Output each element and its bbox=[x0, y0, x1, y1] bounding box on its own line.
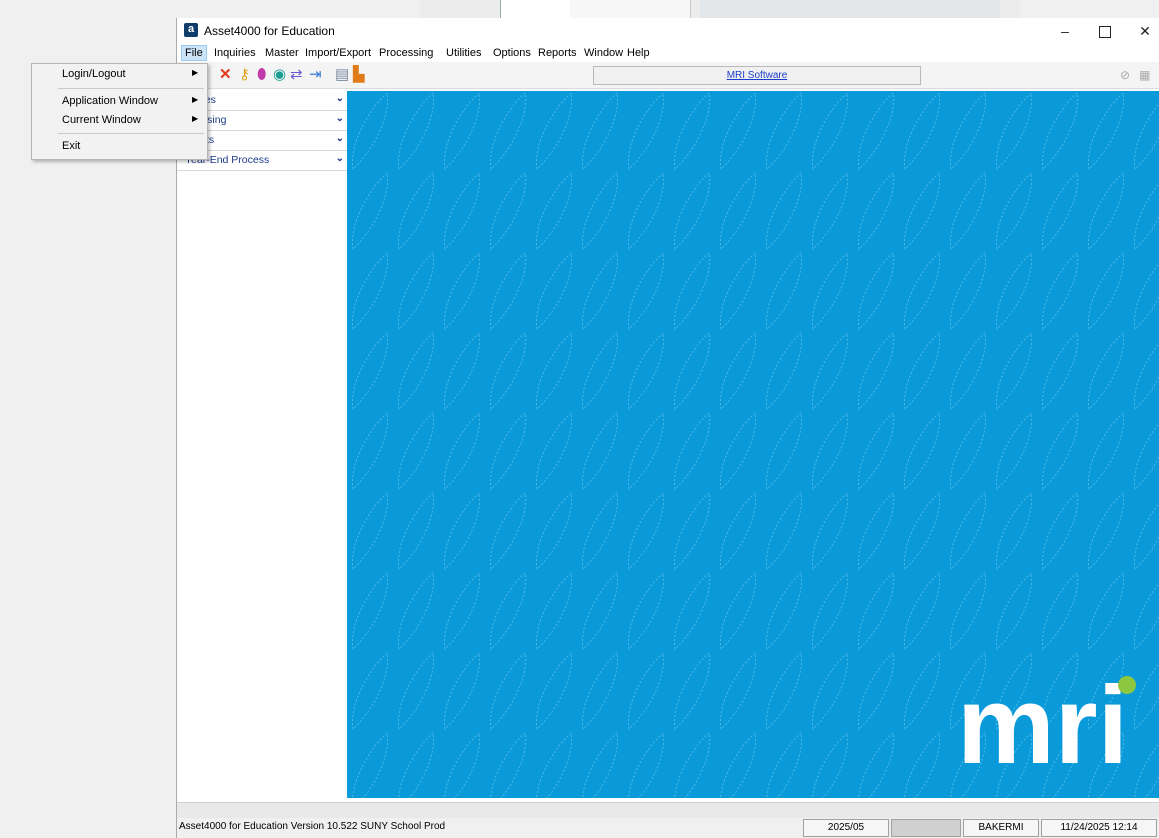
options-icon[interactable]: ▦ bbox=[1139, 68, 1150, 82]
horizontal-scrollbar[interactable] bbox=[177, 802, 1159, 819]
menu-window[interactable]: Window bbox=[581, 46, 626, 60]
mri-logo: mri bbox=[957, 673, 1136, 773]
menu-item-exit[interactable]: Exit bbox=[32, 137, 207, 157]
delete-icon[interactable]: ✕ bbox=[219, 66, 232, 83]
menu-utilities[interactable]: Utilities bbox=[443, 46, 484, 60]
mri-software-link[interactable]: MRI Software bbox=[727, 70, 788, 81]
menu-item-label: Current Window bbox=[62, 114, 141, 126]
menu-separator bbox=[58, 88, 204, 89]
tag-icon[interactable]: ⬮ bbox=[257, 66, 266, 83]
submenu-arrow-icon: ▶ bbox=[192, 95, 199, 104]
import-icon[interactable]: ⇥ bbox=[309, 66, 322, 83]
menu-item-label: Login/Logout bbox=[62, 68, 126, 80]
datetime-cell: 11/24/2025 12:14 bbox=[1041, 819, 1157, 837]
menu-item-application-window[interactable]: Application Window ▶ bbox=[32, 92, 207, 112]
close-button[interactable]: ✕ bbox=[1125, 18, 1159, 44]
key-icon[interactable]: ⚷ bbox=[239, 66, 250, 83]
background-fragment bbox=[700, 0, 1000, 18]
mri-software-link-box: MRI Software bbox=[593, 66, 921, 85]
title-bar: a Asset4000 for Education – ✕ bbox=[177, 18, 1159, 44]
menu-item-label: Application Window bbox=[62, 95, 158, 107]
menu-inquiries[interactable]: Inquiries bbox=[211, 46, 259, 60]
submenu-arrow-icon: ▶ bbox=[192, 68, 199, 77]
mri-splash-background: mri bbox=[347, 91, 1159, 798]
menu-item-current-window[interactable]: Current Window ▶ bbox=[32, 111, 207, 131]
menu-item-login-logout[interactable]: Login/Logout ▶ bbox=[32, 65, 207, 85]
mri-logo-text: mri bbox=[957, 673, 1128, 773]
submenu-arrow-icon: ▶ bbox=[192, 114, 199, 123]
chevron-down-icon[interactable]: ⌄ bbox=[336, 113, 344, 124]
menu-file[interactable]: File bbox=[181, 45, 207, 61]
document-icon[interactable]: ▤ bbox=[335, 66, 349, 83]
pin-icon[interactable]: ⊘ bbox=[1120, 68, 1130, 82]
menu-options[interactable]: Options bbox=[490, 46, 534, 60]
user-cell: BAKERMI bbox=[963, 819, 1039, 837]
maximize-icon bbox=[1099, 26, 1111, 39]
status-blank-cell bbox=[891, 819, 961, 837]
background-fragment bbox=[570, 0, 691, 18]
app-window: a Asset4000 for Education – ✕ File Inqui… bbox=[176, 18, 1159, 838]
menu-master[interactable]: Master bbox=[262, 46, 302, 60]
app-logo-icon: a bbox=[184, 23, 198, 37]
background-fragment bbox=[500, 0, 572, 18]
chevron-down-icon[interactable]: ⌄ bbox=[336, 153, 344, 164]
file-dropdown-menu: Login/Logout ▶ Application Window ▶ Curr… bbox=[31, 63, 208, 160]
chart-icon[interactable]: ▙ bbox=[353, 66, 365, 83]
menu-bar: File Inquiries Master Import/Export Proc… bbox=[177, 44, 1159, 62]
menu-separator bbox=[58, 133, 204, 134]
toolbar: ✕ ⚷ ⬮ ◉ ⇄ ⇥ ▤ ▙ MRI Software ⊘ ▦ bbox=[177, 62, 1159, 89]
transfer-icon[interactable]: ⇄ bbox=[290, 66, 303, 83]
background-window-strip bbox=[420, 0, 1020, 18]
window-title: Asset4000 for Education bbox=[204, 24, 335, 38]
version-text: Asset4000 for Education Version 10.522 S… bbox=[179, 821, 446, 832]
minimize-button[interactable]: – bbox=[1045, 18, 1085, 44]
chevron-down-icon[interactable]: ⌄ bbox=[336, 93, 344, 104]
maximize-button[interactable] bbox=[1085, 18, 1125, 44]
menu-processing[interactable]: Processing bbox=[376, 46, 436, 60]
menu-import-export[interactable]: Import/Export bbox=[302, 46, 374, 60]
menu-help[interactable]: Help bbox=[624, 46, 653, 60]
menu-reports[interactable]: Reports bbox=[535, 46, 580, 60]
menu-item-label: Exit bbox=[62, 140, 81, 152]
mri-logo-dot bbox=[1118, 676, 1136, 694]
nav-panel: quiries ⌄ ocessing ⌄ eports ⌄ Year-End P… bbox=[177, 91, 349, 798]
chevron-down-icon[interactable]: ⌄ bbox=[336, 133, 344, 144]
status-bar: Asset4000 for Education Version 10.522 S… bbox=[177, 818, 1159, 838]
period-cell: 2025/05 bbox=[803, 819, 889, 837]
view-icon[interactable]: ◉ bbox=[273, 66, 286, 83]
